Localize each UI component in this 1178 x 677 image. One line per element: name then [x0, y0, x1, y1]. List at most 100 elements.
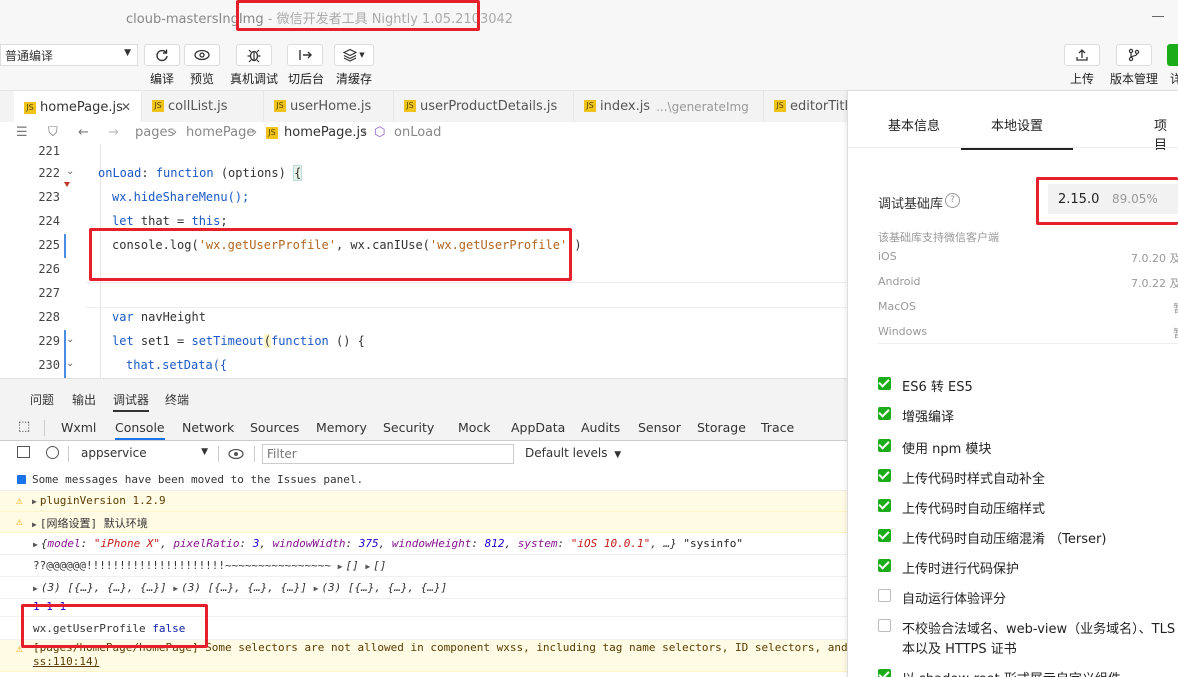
sidebar-toggle-icon[interactable]: [17, 446, 30, 458]
console-log-arrays[interactable]: ▶ (3) [{…}, {…}, {…}] ▶ (3) [{…}, {…}, {…}…: [0, 577, 847, 599]
tab-problems[interactable]: 问题: [30, 391, 54, 408]
option-label: 不校验合法域名、web-view（业务域名）、TLS 版: [902, 622, 1178, 637]
tab-editortitl[interactable]: JS editorTitl: [764, 91, 847, 122]
console-warning[interactable]: ⚠ ▶ [网络设置] 默认环境: [0, 512, 847, 533]
background-button[interactable]: [287, 44, 323, 66]
checkbox[interactable]: [878, 469, 891, 482]
list-icon[interactable]: ☰: [16, 125, 28, 140]
bookmark-icon[interactable]: ⛉: [48, 125, 58, 140]
tab-local-settings[interactable]: 本地设置: [961, 115, 1074, 150]
tab-sources[interactable]: Sources: [250, 420, 299, 435]
compile-mode-select[interactable]: 普通编译 ▼: [0, 44, 138, 66]
tab-label: collList.js: [168, 99, 228, 114]
option-npm-modules[interactable]: 使用 npm 模块: [848, 438, 1178, 458]
tab-userhome-js[interactable]: JS userHome.js: [264, 91, 394, 122]
checkbox[interactable]: [878, 377, 891, 390]
console-warning[interactable]: ⚠ [pages/homePage/homePage] Some selecto…: [0, 640, 847, 672]
tab-homepage-js[interactable]: JS homePage.js ✕: [14, 91, 142, 122]
code-line-229: let set1 = setTimeout(function () {: [112, 334, 365, 348]
tab-sensor[interactable]: Sensor: [638, 420, 681, 435]
code-editor[interactable]: 221 222 223 224 225 226 227 228 229 230 …: [0, 144, 847, 378]
background-label: 切后台: [288, 72, 325, 86]
checkbox[interactable]: [878, 589, 891, 602]
checkbox[interactable]: [878, 439, 891, 452]
option-code-protect[interactable]: 上传时进行代码保护: [848, 558, 1178, 578]
tab-audits[interactable]: Audits: [581, 420, 620, 435]
preview-button[interactable]: [184, 44, 220, 66]
filter-input[interactable]: [262, 444, 514, 464]
forward-arrow-icon[interactable]: →: [108, 125, 119, 140]
inspect-icon[interactable]: ⬚: [18, 419, 30, 434]
option-shadow-root[interactable]: 以 shadow-root 形式展示自定义组件: [848, 668, 1178, 677]
console-log-object[interactable]: ▶ {model: "iPhone X", pixelRatio: 3, wind…: [0, 533, 847, 555]
option-enhanced-compile[interactable]: 增强编译: [848, 406, 1178, 426]
details-button[interactable]: [1167, 44, 1178, 66]
tab-memory[interactable]: Memory: [316, 420, 367, 435]
message-text: wx.getUserProfile: [33, 622, 146, 635]
tab-colllist-js[interactable]: JS collList.js: [142, 91, 264, 122]
app-version: 微信开发者工具 Nightly 1.05.2103042: [276, 12, 514, 27]
close-icon[interactable]: ✕: [121, 100, 131, 114]
lib-support-note: 该基础库支持微信客户端: [878, 231, 999, 244]
obj-value: "iOS 10.0.1": [570, 537, 651, 550]
checkbox[interactable]: [878, 559, 891, 572]
checkbox[interactable]: [878, 499, 891, 512]
fold-chevron-icon[interactable]: ⌄: [66, 334, 74, 345]
tab-output[interactable]: 输出: [72, 391, 96, 408]
tab-mock[interactable]: Mock: [458, 420, 491, 435]
upload-button[interactable]: [1064, 44, 1100, 66]
help-icon[interactable]: ?: [945, 193, 960, 208]
tab-appdata[interactable]: AppData: [511, 420, 565, 435]
expand-triangle-icon: ▶: [337, 562, 343, 571]
checkbox[interactable]: [878, 407, 891, 420]
expand-triangle-icon: ▶: [32, 520, 37, 529]
option-style-autoprefix[interactable]: 上传代码时样式自动补全: [848, 468, 1178, 488]
js-file-icon: JS: [404, 100, 416, 112]
option-label: 增强编译: [902, 410, 955, 425]
checkbox[interactable]: [878, 619, 891, 632]
tab-storage[interactable]: Storage: [697, 420, 746, 435]
code-token: let: [112, 334, 134, 348]
eye-icon[interactable]: [228, 448, 244, 460]
tab-wxml[interactable]: Wxml: [61, 420, 96, 435]
lib-percent: 89.05%: [1112, 192, 1158, 206]
tab-security[interactable]: Security: [383, 420, 434, 435]
bottom-panel-tabs: 问题 输出 调试器 终端: [0, 378, 847, 417]
tab-console[interactable]: Console: [115, 420, 165, 440]
option-auto-score[interactable]: 自动运行体验评分: [848, 588, 1178, 608]
fold-chevron-icon[interactable]: ⌄: [66, 166, 74, 177]
breadcrumb-item[interactable]: homePage: [186, 125, 254, 140]
option-minify-style[interactable]: 上传代码时自动压缩样式: [848, 498, 1178, 518]
clear-cache-button[interactable]: ▼: [334, 44, 374, 66]
tab-terminal[interactable]: 终端: [165, 391, 189, 408]
source-link[interactable]: ss:110:14): [33, 655, 847, 669]
option-skip-domain-check[interactable]: 不校验合法域名、web-view（业务域名）、TLS 版 本以及 HTTPS 证…: [848, 618, 1178, 658]
back-arrow-icon[interactable]: ←: [78, 125, 89, 140]
tab-basic-info[interactable]: 基本信息: [888, 115, 940, 134]
breadcrumb-item[interactable]: pages: [135, 125, 174, 140]
tab-network[interactable]: Network: [182, 420, 234, 435]
log-levels-select[interactable]: Default levels ▼: [525, 446, 621, 460]
tab-index-js[interactable]: JS index.js ...\generateImg: [574, 91, 764, 122]
array-value[interactable]: []: [345, 559, 358, 572]
remote-debug-button[interactable]: [236, 44, 272, 66]
version-control-button[interactable]: [1116, 44, 1152, 66]
compile-button[interactable]: [144, 44, 180, 66]
clear-console-icon[interactable]: [46, 446, 59, 459]
context-select[interactable]: appservice ▼: [76, 444, 212, 463]
checkbox[interactable]: [878, 529, 891, 542]
breadcrumb-item[interactable]: homePage.js: [284, 125, 367, 140]
array-value[interactable]: []: [373, 559, 386, 572]
checkbox[interactable]: [878, 669, 891, 677]
breadcrumb-item[interactable]: onLoad: [394, 125, 441, 140]
tab-userproductdetails-js[interactable]: JS userProductDetails.js: [394, 91, 574, 122]
tab-debugger[interactable]: 调试器: [113, 391, 150, 412]
console-warning[interactable]: ⚠ ▶ pluginVersion 1.2.9: [0, 491, 847, 512]
option-es6-to-es5[interactable]: ES6 转 ES5: [848, 376, 1178, 396]
debug-lib-select[interactable]: 2.15.0 89.05%: [1048, 184, 1178, 214]
window-minimize-button[interactable]: [1152, 16, 1164, 17]
option-minify-terser[interactable]: 上传代码时自动压缩混淆 （Terser): [848, 528, 1178, 548]
tab-trace[interactable]: Trace: [761, 420, 794, 435]
divider: [848, 147, 1178, 148]
fold-chevron-icon[interactable]: ⌄: [66, 358, 74, 369]
